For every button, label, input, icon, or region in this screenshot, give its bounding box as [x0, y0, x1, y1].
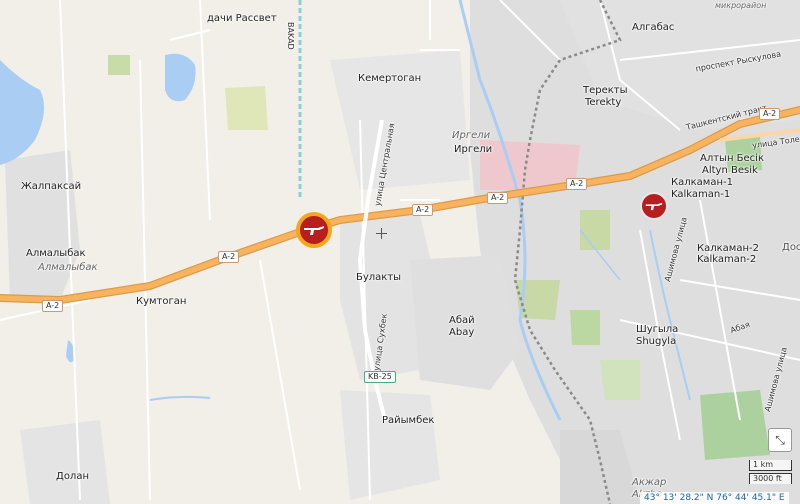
- road-shield-a2: A-2: [566, 178, 588, 190]
- place-label-shugyla-ru: Шугыла: [636, 324, 679, 335]
- map-view[interactable]: дачи Рассвет BAKAD Кемертоган Алгабас пр…: [0, 0, 800, 504]
- crosshair-icon: [376, 228, 387, 239]
- scale-km: 1 km: [749, 460, 792, 471]
- place-label-dolan: Долан: [56, 471, 89, 482]
- place-label-kalkaman1-ru: Калкаман-1: [671, 177, 733, 188]
- coordinates-readout: 43° 13' 28.2" N 76° 44' 45.1" E: [640, 492, 789, 504]
- place-label-irgeli-italic: Иргели: [452, 130, 491, 141]
- place-label-abai-latin: Abay: [449, 327, 475, 338]
- place-label-terekty-latin: Terekty: [585, 97, 622, 108]
- road-label-bakad: BAKAD: [286, 22, 295, 50]
- place-label-kalkaman2-ru: Калкаман-2: [697, 243, 759, 254]
- scale-ft: 3000 ft: [749, 473, 792, 484]
- place-label-almalybak-italic: Алмалыбак: [38, 262, 98, 273]
- place-label-kalkaman2-latin: Kalkaman-2: [697, 254, 757, 265]
- place-label-kumtogan: Кумтоган: [136, 296, 187, 307]
- place-label-shugyla-latin: Shugyla: [636, 336, 677, 347]
- road-shield-a2: A-2: [487, 192, 509, 204]
- scale-bar: 1 km 3000 ft: [749, 460, 792, 484]
- road-shield-a2: A-2: [218, 251, 240, 263]
- fullscreen-button[interactable]: ⤡: [768, 428, 792, 452]
- place-label-kemertogan: Кемертоган: [358, 73, 422, 84]
- road-shield-kv25: KB-25: [364, 371, 396, 383]
- place-label-bulakty: Булакты: [356, 272, 402, 283]
- place-label-algabas: Алгабас: [632, 22, 675, 33]
- marker-normal[interactable]: [640, 192, 668, 220]
- place-label-zhalpaksai: Жалпаксай: [21, 181, 82, 192]
- marker-highlighted[interactable]: [296, 212, 332, 248]
- place-label-dos: Дос: [782, 242, 800, 253]
- place-label-altyn-besik-latin: Altyn Besik: [702, 165, 758, 176]
- place-label-abai-ru: Абай: [449, 315, 475, 326]
- place-label-irgeli: Иргели: [454, 144, 493, 155]
- road-shield-a2: A-2: [42, 300, 64, 312]
- place-label-terekty-ru: Теректы: [583, 85, 628, 96]
- place-label-kalkaman1-latin: Kalkaman-1: [671, 189, 731, 200]
- place-label-raiymbek: Райымбек: [382, 415, 435, 426]
- expand-icon: ⤡: [775, 432, 785, 447]
- road-shield-a2: A-2: [412, 204, 434, 216]
- rifle-icon: [645, 202, 663, 211]
- road-shield-a2: A-2: [759, 108, 781, 120]
- place-label-mikrorayon: микрорайон: [715, 1, 767, 10]
- place-label-altyn-besik-ru: Алтын Бесік: [700, 153, 764, 164]
- place-label-akzhar-ru: Акжар: [632, 477, 667, 488]
- rifle-icon: [304, 226, 324, 235]
- place-label-dachi-rassvet: дачи Рассвет: [207, 13, 277, 24]
- place-label-almalybak: Алмалыбак: [26, 248, 86, 259]
